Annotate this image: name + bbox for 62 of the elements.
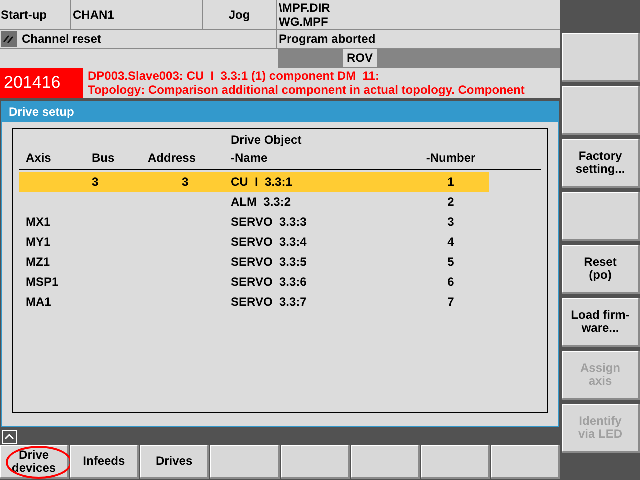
softkey[interactable]: Load firm- ware... bbox=[562, 298, 640, 347]
softkey[interactable]: Factory setting... bbox=[562, 139, 640, 188]
column-header: Bus bbox=[91, 150, 116, 167]
table-row[interactable]: ALM_3.3:2 2 bbox=[19, 192, 489, 212]
table-cell: SERVO_3.3:3 bbox=[231, 215, 307, 229]
softkey[interactable] bbox=[280, 445, 350, 479]
override-indicator: ROV bbox=[343, 49, 378, 67]
table-cell: 3 bbox=[448, 215, 454, 229]
table-cell: SERVO_3.3:7 bbox=[231, 295, 307, 309]
program-path: \MPF.DIR bbox=[279, 1, 332, 15]
softkey[interactable] bbox=[210, 445, 280, 479]
table-cell: SERVO_3.3:4 bbox=[231, 235, 307, 249]
expand-up-icon[interactable] bbox=[2, 430, 17, 444]
table-row[interactable]: 3 3 CU_I_3.3:1 1 bbox=[19, 172, 489, 192]
column-header: Address bbox=[147, 150, 198, 167]
softkey[interactable]: Infeeds bbox=[70, 445, 140, 479]
table-cell: MZ1 bbox=[26, 255, 50, 269]
column-group-heading: Drive Object bbox=[231, 132, 302, 149]
softkey[interactable] bbox=[562, 33, 640, 82]
alarm-number: 201416 bbox=[0, 68, 83, 98]
table-cell: 5 bbox=[448, 255, 454, 269]
alarm-text: Topology: Comparison additional component in actual topology. Component bbox=[88, 83, 526, 97]
channel-label: CHAN1 bbox=[71, 0, 203, 29]
panel-title: Drive setup bbox=[2, 102, 558, 122]
table-row[interactable]: MZ1 SERVO_3.3:5 5 bbox=[19, 252, 489, 272]
table-cell: 3 bbox=[182, 175, 189, 189]
column-header: -Name bbox=[231, 150, 269, 167]
operating-mode-label: Jog bbox=[203, 0, 277, 29]
table-cell: SERVO_3.3:6 bbox=[231, 275, 307, 289]
table-row[interactable]: MA1 SERVO_3.3:7 7 bbox=[19, 292, 489, 312]
softkey[interactable] bbox=[562, 86, 640, 135]
alarm-text: DP003.Slave003: CU_I_3.3:1 (1) component DM_11: bbox=[88, 69, 380, 83]
program-status: Program aborted bbox=[278, 31, 377, 48]
table-row[interactable]: MX1 SERVO_3.3:3 3 bbox=[19, 212, 489, 232]
channel-status: Channel reset bbox=[22, 31, 102, 48]
table-cell: MX1 bbox=[26, 215, 51, 229]
mode-label: Start-up bbox=[0, 0, 71, 29]
softkey[interactable] bbox=[562, 192, 640, 241]
table-cell: CU_I_3.3:1 bbox=[231, 175, 292, 189]
table-cell: 1 bbox=[448, 175, 454, 189]
table-cell: MA1 bbox=[26, 295, 52, 309]
softkey[interactable] bbox=[490, 445, 560, 479]
table-cell: 6 bbox=[448, 275, 454, 289]
table-cell: 7 bbox=[448, 295, 454, 309]
softkey[interactable]: Drives bbox=[140, 445, 210, 479]
table-cell: ALM_3.3:2 bbox=[231, 195, 292, 209]
table-cell: 3 bbox=[92, 175, 99, 189]
column-header: -Number bbox=[425, 150, 477, 167]
softkey[interactable]: Reset (po) bbox=[562, 245, 640, 294]
table-cell: 2 bbox=[448, 195, 454, 209]
table-row[interactable]: MSP1 SERVO_3.3:6 6 bbox=[19, 272, 489, 292]
program-path: WG.MPF bbox=[279, 15, 330, 29]
table-row[interactable]: MY1 SERVO_3.3:4 4 bbox=[19, 232, 489, 252]
column-header: Axis bbox=[25, 150, 52, 167]
softkey[interactable] bbox=[350, 445, 420, 479]
reset-icon bbox=[1, 31, 17, 47]
softkey[interactable] bbox=[420, 445, 490, 479]
table-cell: MSP1 bbox=[26, 275, 59, 289]
table-cell: SERVO_3.3:5 bbox=[231, 255, 307, 269]
table-cell: MY1 bbox=[26, 235, 51, 249]
softkey[interactable]: Drive devices bbox=[0, 445, 70, 479]
table-cell: 4 bbox=[448, 235, 454, 249]
